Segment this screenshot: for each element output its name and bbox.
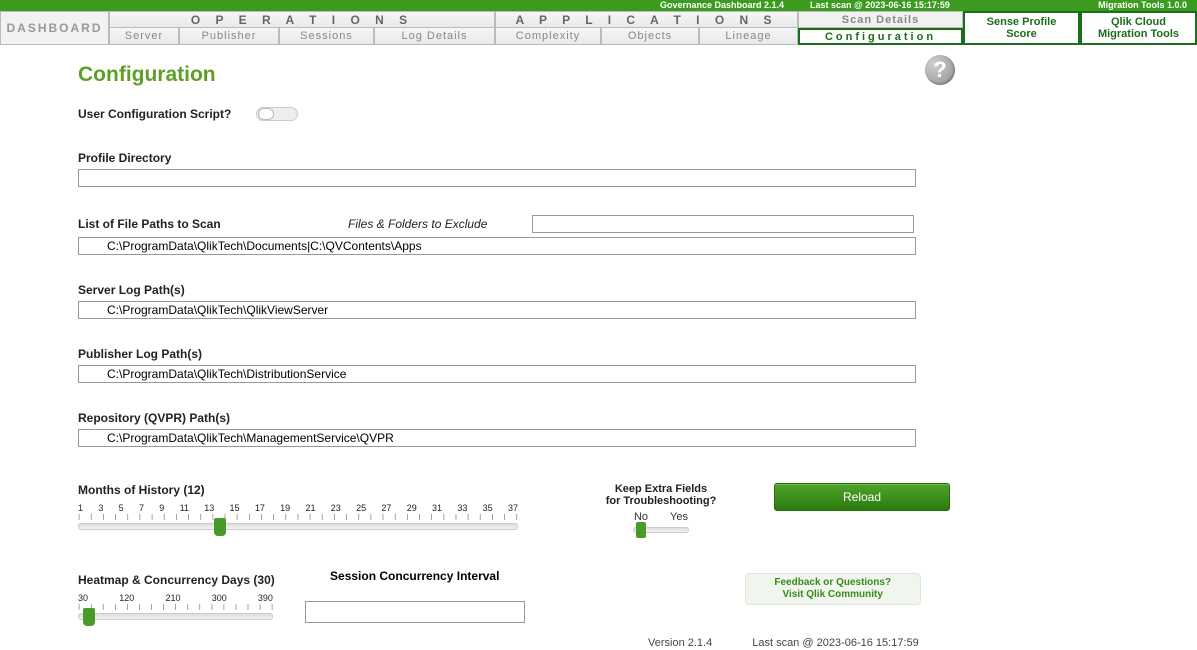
last-scan-top: Last scan @ 2023-06-16 15:17:59	[810, 0, 950, 11]
heatmap-handle[interactable]	[83, 608, 95, 626]
reload-button[interactable]: Reload	[774, 483, 950, 511]
months-handle[interactable]	[214, 518, 226, 536]
profile-dir-label: Profile Directory	[78, 151, 955, 165]
footer-version: Version 2.1.4	[648, 637, 712, 649]
top-info-bar: Governance Dashboard 2.1.4 Last scan @ 2…	[0, 0, 1197, 11]
heatmap-track[interactable]	[78, 613, 273, 620]
nav-complexity[interactable]: Complexity	[495, 28, 601, 45]
publisher-log-input[interactable]	[78, 365, 916, 383]
nav-log-details[interactable]: Log Details	[374, 28, 495, 45]
file-paths-label: List of File Paths to Scan	[78, 217, 221, 231]
nav-publisher[interactable]: Publisher	[179, 28, 279, 45]
nav-scan-details[interactable]: Scan Details	[798, 11, 963, 28]
sense-profile-score-button[interactable]: Sense Profile Score	[963, 11, 1080, 45]
user-config-toggle[interactable]	[256, 107, 298, 121]
publisher-log-label: Publisher Log Path(s)	[78, 347, 955, 361]
repo-label: Repository (QVPR) Path(s)	[78, 411, 955, 425]
nav-configuration[interactable]: Configuration	[798, 28, 963, 45]
content-area: Configuration User Configuration Script?…	[0, 45, 965, 650]
nav-lineage[interactable]: Lineage	[699, 28, 798, 45]
months-history-slider[interactable]: Months of History (12) 13579111315171921…	[78, 483, 518, 533]
footer-info: Version 2.1.4 Last scan @ 2023-06-16 15:…	[648, 637, 955, 649]
server-log-input[interactable]	[78, 301, 916, 319]
keep-extra-slider[interactable]	[633, 527, 689, 533]
server-log-label: Server Log Path(s)	[78, 283, 955, 297]
months-label: Months of History (12)	[78, 483, 518, 497]
months-track[interactable]	[78, 523, 518, 530]
session-interval-input[interactable]	[305, 601, 525, 623]
page-title: Configuration	[78, 63, 955, 87]
nav-objects[interactable]: Objects	[601, 28, 699, 45]
nav-server[interactable]: Server	[109, 28, 179, 45]
nav-sessions[interactable]: Sessions	[279, 28, 374, 45]
files-exclude-label: Files & Folders to Exclude	[348, 217, 487, 231]
months-ticks: 135791113151719212325272931333537	[78, 503, 518, 513]
nav-applications[interactable]: A P P L I C A T I O N S	[495, 11, 798, 28]
keep-yes-label: Yes	[670, 511, 688, 523]
profile-dir-input[interactable]	[78, 169, 916, 187]
session-interval-block: Session Concurrency Interval	[305, 569, 525, 623]
user-config-label: User Configuration Script?	[78, 107, 231, 121]
tab-dashboard[interactable]: DASHBOARD	[0, 11, 109, 45]
migration-version: Migration Tools 1.0.0	[1098, 0, 1187, 11]
keep-extra-fields: Keep Extra Fields for Troubleshooting? N…	[576, 483, 746, 533]
feedback-button[interactable]: Feedback or Questions? Visit Qlik Commun…	[745, 573, 921, 605]
help-icon[interactable]: ?	[925, 55, 955, 85]
nav-operations[interactable]: O P E R A T I O N S	[109, 11, 495, 28]
user-config-row: User Configuration Script?	[78, 105, 955, 123]
qlik-cloud-migration-button[interactable]: Qlik Cloud Migration Tools	[1080, 11, 1197, 45]
heatmap-ticks: 30120210300390	[78, 593, 273, 603]
keep-extra-handle[interactable]	[636, 522, 646, 538]
files-exclude-input[interactable]	[532, 215, 914, 233]
session-interval-label: Session Concurrency Interval	[305, 569, 525, 583]
heatmap-label: Heatmap & Concurrency Days (30)	[78, 573, 275, 587]
footer-scan: Last scan @ 2023-06-16 15:17:59	[752, 637, 919, 649]
product-version: Governance Dashboard 2.1.4	[660, 0, 784, 11]
file-paths-input[interactable]	[78, 237, 916, 255]
heatmap-slider[interactable]: Heatmap & Concurrency Days (30) 30120210…	[78, 573, 275, 620]
repo-input[interactable]	[78, 429, 916, 447]
